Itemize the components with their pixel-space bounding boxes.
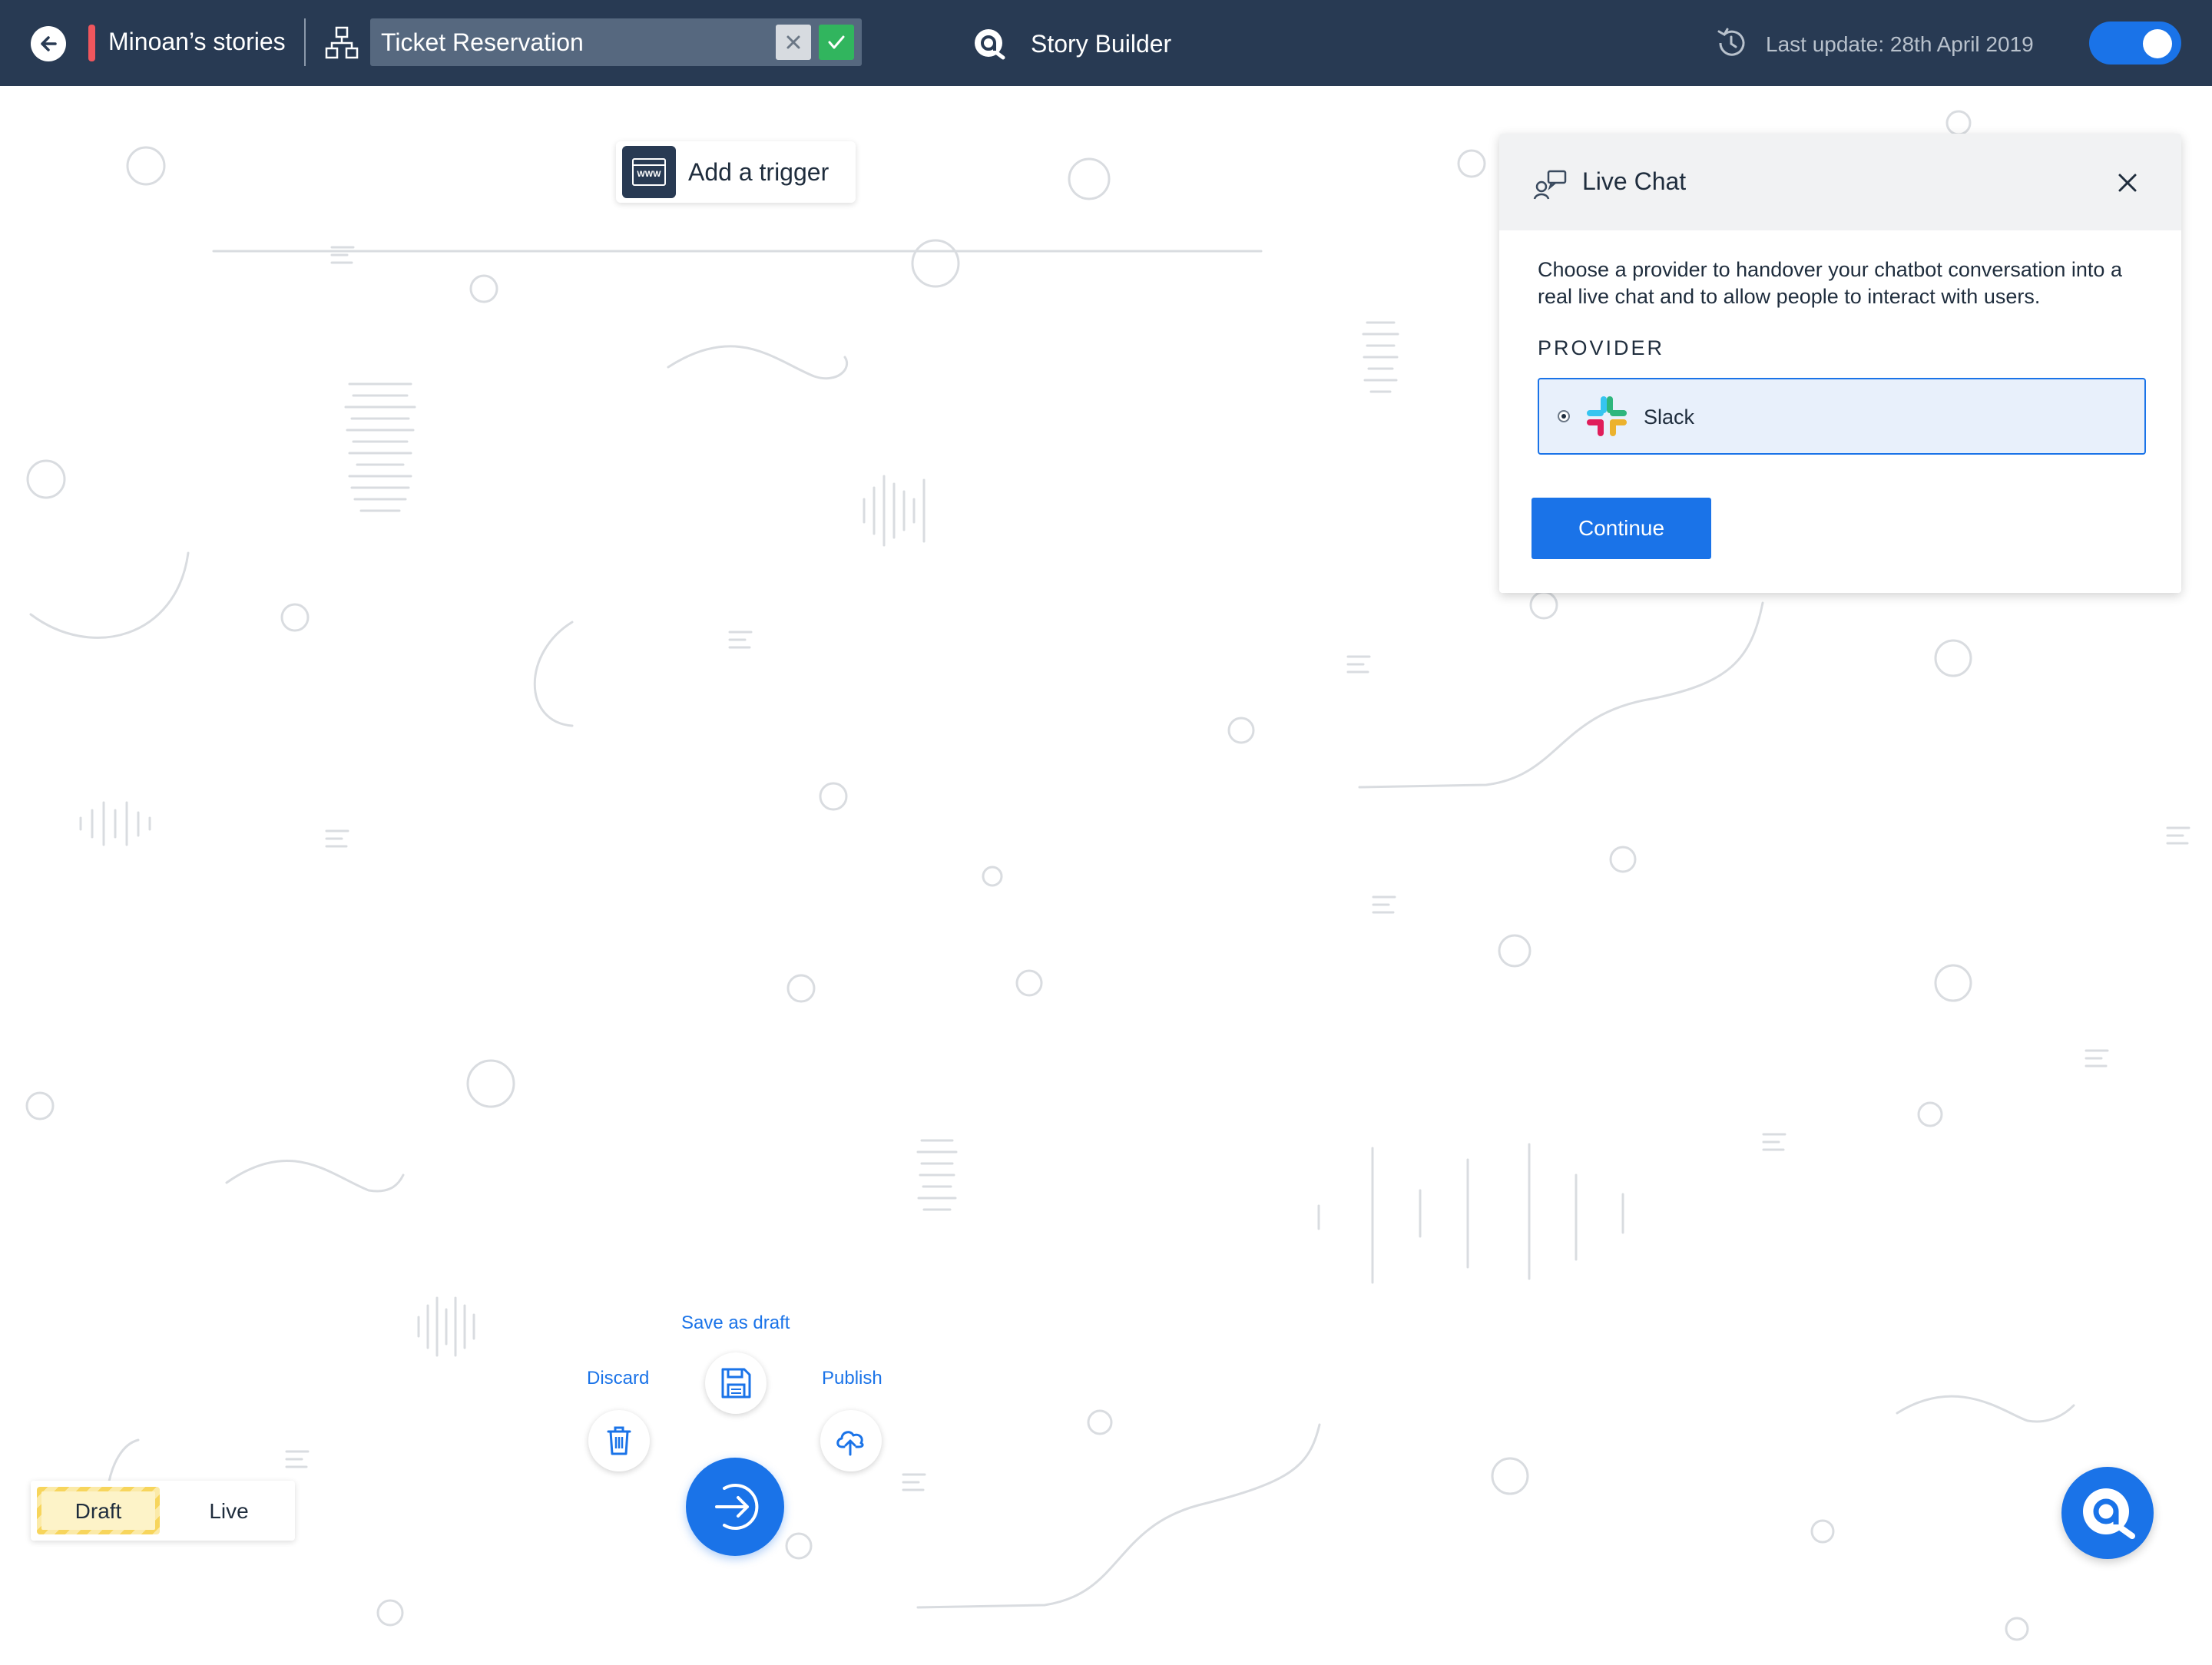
slack-logo-icon: [1587, 396, 1627, 436]
provider-option-slack[interactable]: Slack: [1538, 378, 2146, 455]
close-icon: [786, 35, 800, 49]
add-trigger-label: Add a trigger: [688, 158, 830, 186]
story-structure-button[interactable]: [323, 25, 361, 61]
project-color-marker: [88, 25, 95, 61]
cloud-upload-icon: [836, 1431, 864, 1456]
draft-tab[interactable]: Draft: [37, 1487, 160, 1534]
story-name-input[interactable]: [370, 18, 791, 66]
mode-switch: Draft Live: [31, 1481, 295, 1541]
web-trigger-icon: WWW: [622, 146, 676, 198]
story-name-editor: [370, 18, 862, 66]
close-panel-button[interactable]: [2112, 167, 2143, 198]
floppy-disk-icon: [721, 1368, 751, 1399]
panel-header: Live Chat: [1499, 134, 2181, 230]
project-name[interactable]: Minoan’s stories: [108, 26, 286, 57]
provider-label: Slack: [1644, 405, 1695, 429]
live-chat-icon: [1533, 170, 1567, 200]
history-icon[interactable]: [1713, 25, 1750, 61]
sitemap-icon: [325, 26, 359, 59]
save-draft-label: Save as draft: [681, 1312, 790, 1333]
live-label: Live: [209, 1499, 249, 1523]
panel-title: Live Chat: [1582, 167, 1687, 195]
confirm-edit-button[interactable]: [819, 25, 854, 60]
app-logo-icon: [975, 29, 1005, 60]
publish-button[interactable]: [820, 1410, 882, 1471]
main-action-button[interactable]: [686, 1458, 784, 1556]
close-icon: [2118, 174, 2137, 192]
live-toggle[interactable]: [2089, 22, 2181, 65]
continue-label: Continue: [1578, 516, 1665, 540]
discard-label: Discard: [587, 1368, 650, 1389]
live-chat-panel: Live Chat Choose a provider to handover …: [1499, 134, 2181, 593]
app-title: Story Builder: [1031, 30, 1172, 58]
top-bar: Minoan’s stories Story Builder Last upda…: [0, 0, 2212, 86]
arrow-left-icon: [41, 36, 57, 51]
last-update-text: Last update: 28th April 2019: [1766, 32, 2034, 56]
draft-label: Draft: [75, 1499, 122, 1523]
trigger-icon-text: WWW: [637, 170, 661, 179]
save-draft-button[interactable]: [705, 1352, 767, 1414]
chat-launcher-button[interactable]: [2061, 1467, 2154, 1559]
cancel-edit-button[interactable]: [776, 25, 811, 60]
panel-description: Choose a provider to handover your chatb…: [1538, 258, 2122, 308]
header-divider: [304, 18, 306, 66]
live-tab[interactable]: Live: [169, 1487, 289, 1534]
provider-heading: PROVIDER: [1538, 336, 1665, 359]
app-logo-icon: [2083, 1488, 2135, 1539]
enter-arrow-icon: [715, 1484, 759, 1530]
provider-radio[interactable]: [1558, 410, 1570, 422]
add-trigger-button[interactable]: WWW Add a trigger: [616, 141, 856, 203]
discard-button[interactable]: [588, 1410, 650, 1471]
trash-icon: [607, 1426, 631, 1455]
continue-button[interactable]: Continue: [1532, 498, 1711, 559]
back-button[interactable]: [31, 26, 66, 61]
publish-label: Publish: [822, 1368, 882, 1389]
check-icon: [828, 35, 845, 49]
toggle-knob: [2143, 29, 2172, 58]
